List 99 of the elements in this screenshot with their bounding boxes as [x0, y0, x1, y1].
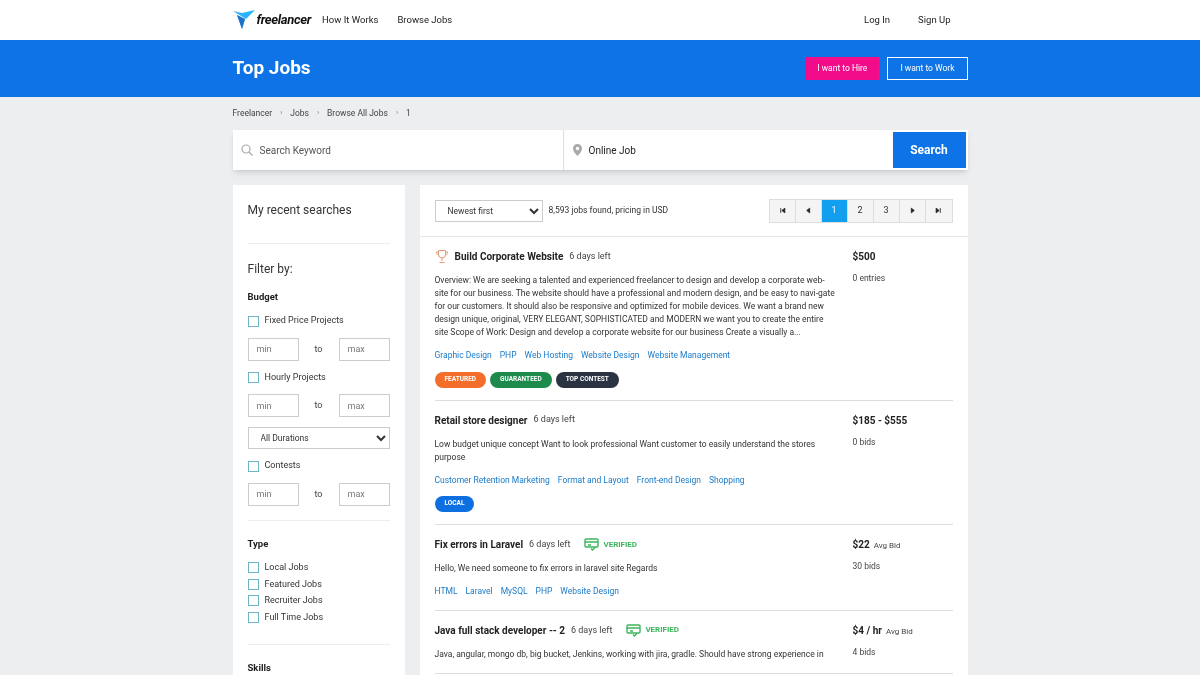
job-title[interactable]: Java full stack developer -- 2: [434, 622, 565, 638]
max-field[interactable]: max: [338, 482, 390, 506]
time-left: 6 days left: [569, 249, 611, 263]
search-icon: [240, 144, 253, 156]
breadcrumb-link[interactable]: Freelancer: [232, 107, 273, 120]
checkbox-label: Contests: [264, 459, 301, 473]
bid-count: 4 bids: [852, 645, 877, 659]
skill-link[interactable]: PHP: [499, 349, 517, 362]
verified-icon: [626, 623, 642, 637]
verified-label: VERIFIED: [645, 624, 679, 637]
price-note: Avg Bid: [873, 540, 901, 552]
cta-button[interactable]: I want to Work: [887, 57, 968, 80]
checkbox[interactable]: [247, 315, 259, 327]
results-count: 8,593 jobs found, pricing in USD: [548, 204, 669, 217]
nav-link[interactable]: Sign Up: [918, 12, 951, 28]
skill-link[interactable]: Front-end Design: [636, 473, 701, 487]
min-field[interactable]: min: [247, 337, 299, 361]
breadcrumb-link[interactable]: Browse All Jobs: [327, 107, 388, 120]
nav-link[interactable]: How It Works: [322, 12, 379, 28]
checkbox-label: Recruiter Jobs: [264, 594, 323, 607]
breadcrumb-link[interactable]: Jobs: [290, 107, 309, 120]
skill-link[interactable]: Website Management: [647, 349, 731, 362]
checkbox[interactable]: [247, 595, 259, 607]
search-button[interactable]: Search: [890, 130, 968, 170]
max-field[interactable]: max: [338, 337, 390, 361]
first-page-button[interactable]: [769, 199, 796, 222]
to-label: to: [314, 487, 323, 501]
filter-heading: Skills: [247, 661, 272, 675]
checkbox-label: Local Jobs: [264, 561, 309, 574]
job-price: $22: [852, 537, 870, 552]
min-field[interactable]: min: [247, 482, 299, 506]
page-button[interactable]: 2: [847, 199, 874, 222]
bid-count: 0 bids: [852, 435, 877, 449]
skill-link[interactable]: Laravel: [465, 585, 493, 598]
sidebar-heading: My recent searches: [247, 202, 353, 219]
cta-button[interactable]: I want to Hire: [805, 57, 880, 80]
filter-heading: Budget: [247, 290, 279, 304]
time-left: 6 days left: [529, 537, 571, 551]
filter-heading: Type: [247, 536, 270, 551]
job-description: Hello, We need someone to fix errors in laravel site Regards: [434, 562, 659, 575]
verified-icon: [584, 538, 600, 551]
skill-link[interactable]: PHP: [535, 585, 553, 598]
min-field[interactable]: min: [247, 394, 299, 418]
prev-page-button[interactable]: [795, 199, 822, 222]
checkbox-label: Hourly Projects: [264, 370, 326, 384]
to-label: to: [314, 399, 323, 412]
job-title[interactable]: Fix errors in Laravel: [434, 537, 524, 552]
skill-link[interactable]: Web Hosting: [524, 349, 573, 362]
left-arrow-icon: [778, 207, 786, 214]
verified-label: VERIFIED: [603, 538, 638, 551]
skill-link[interactable]: Website Design: [580, 349, 640, 362]
last-page-button[interactable]: [925, 199, 952, 222]
skill-link[interactable]: Format and Layout: [557, 473, 629, 487]
right-arrow-icon: [908, 207, 916, 214]
checkbox[interactable]: [247, 372, 259, 383]
time-left: 6 days left: [571, 623, 613, 637]
location-pin-icon: [572, 144, 582, 156]
job-description: Overview: We are seeking a talented and experienced freelancer to design and develop a corporate web-site for our business. The website should have a professional and modern design, and be easy to navi-gate for our customers. It should also be responsive and optimized for mobile devices. We want a brand new design unique, original, VERY ELEGANT, SOPHISTICATED and MODERN we want you to create the entire site Scope of Work: Design and develop a corporate website for our business Create a visually a...: [434, 274, 836, 339]
left-arrow-icon: [804, 207, 812, 214]
skill-link[interactable]: Graphic Design: [434, 349, 492, 362]
skill-link[interactable]: Website Design: [560, 585, 619, 598]
time-left: 6 days left: [533, 413, 575, 427]
skill-link[interactable]: MySQL: [500, 585, 528, 598]
job-price: $500: [852, 249, 876, 264]
bid-count: 30 bids: [852, 560, 882, 573]
page-button[interactable]: 3: [873, 199, 900, 222]
job-price: $185 - $555: [852, 413, 908, 428]
skill-link[interactable]: Customer Retention Marketing: [434, 473, 550, 487]
checkbox[interactable]: [247, 578, 259, 590]
keyword-field[interactable]: Search Keyword: [232, 130, 564, 170]
nav-link[interactable]: Browse Jobs: [397, 12, 453, 28]
breadcrumb-link[interactable]: 1: [406, 107, 411, 120]
job-description: Low budget unique concept Want to look professional Want customer to easily understand the stores purpose: [434, 437, 817, 464]
checkbox-label: Fixed Price Projects: [264, 314, 344, 328]
price-note: Avg Bid: [885, 625, 913, 638]
checkbox[interactable]: [247, 562, 259, 574]
skill-link[interactable]: HTML: [434, 585, 458, 598]
sort-select[interactable]: Newest first: [434, 199, 543, 222]
right-arrow-icon: [935, 207, 942, 214]
job-title[interactable]: Build Corporate Website: [454, 249, 564, 264]
skill-link[interactable]: Shopping: [708, 473, 745, 487]
checkbox-label: Featured Jobs: [264, 577, 322, 591]
max-field[interactable]: max: [338, 394, 390, 418]
to-label: to: [314, 342, 323, 356]
sidebar-heading: Filter by:: [247, 261, 294, 278]
logo-text[interactable]: freelancer: [256, 10, 312, 30]
bird-logo-icon: [232, 10, 255, 30]
nav-link[interactable]: Log In: [864, 12, 891, 28]
checkbox-label: Full Time Jobs: [264, 610, 324, 624]
checkbox[interactable]: [247, 611, 259, 623]
page-title: Top Jobs: [232, 55, 311, 82]
location-field[interactable]: Online Job: [563, 130, 891, 170]
next-page-button[interactable]: [899, 199, 926, 222]
job-title[interactable]: Retail store designer: [434, 412, 528, 428]
job-description: Java, angular, mongo db, big bucket, Jenkins, working with jira, gradle. Should have strong experience in: [434, 647, 825, 661]
job-price: $4 / hr: [852, 623, 882, 638]
bid-count: 0 entries: [852, 272, 887, 285]
duration-select[interactable]: All Durations: [247, 427, 390, 450]
checkbox[interactable]: [247, 460, 259, 472]
